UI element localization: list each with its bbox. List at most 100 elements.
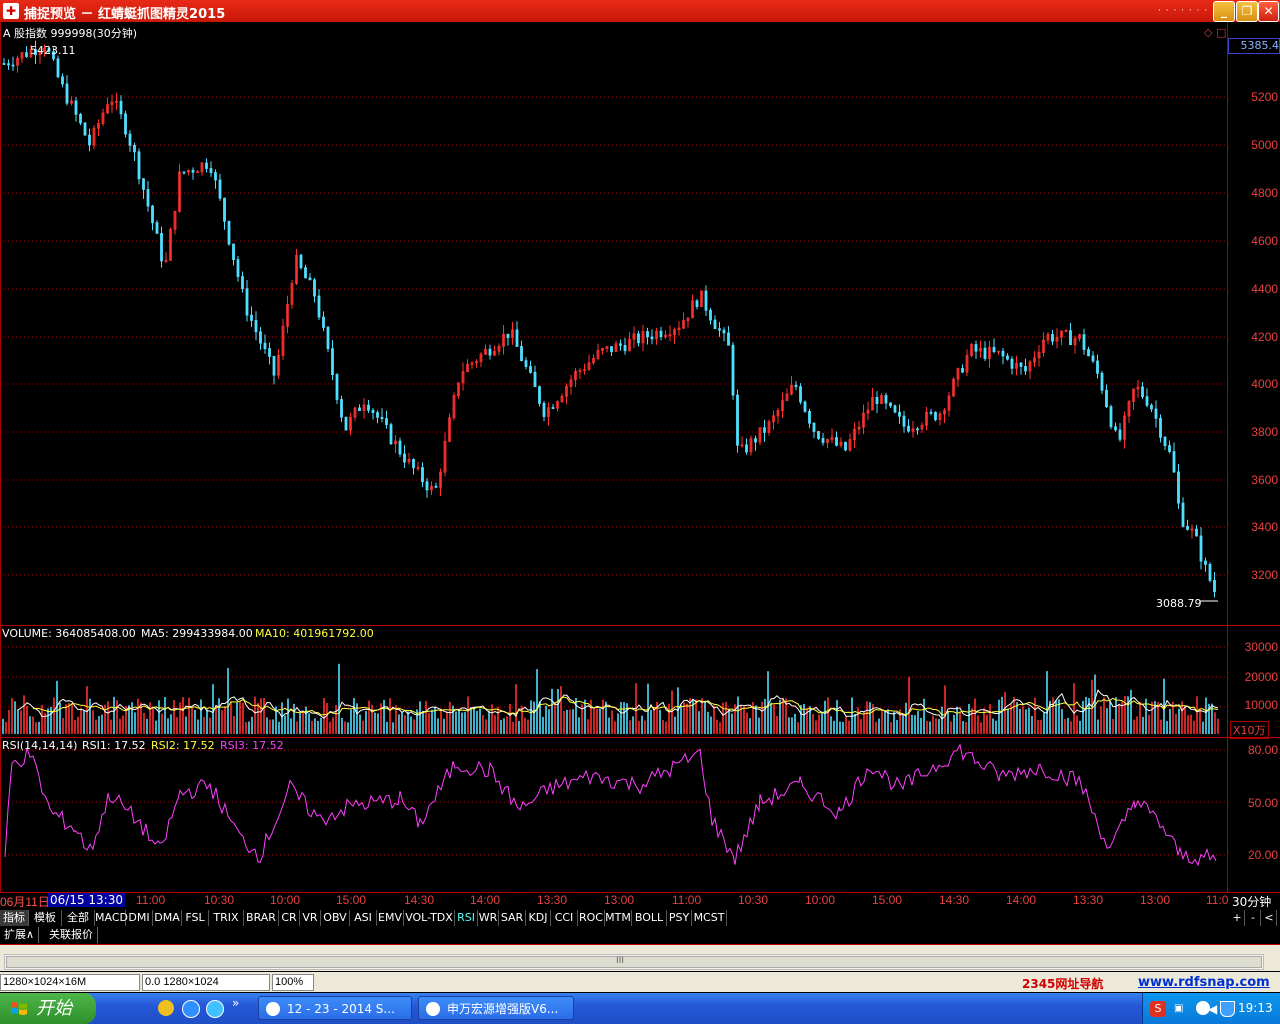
indicator-tab-sar[interactable]: SAR — [499, 910, 526, 926]
price-candle — [128, 133, 132, 146]
price-candle — [1096, 360, 1099, 374]
price-candle — [551, 407, 555, 409]
indicator-tab-vr[interactable]: VR — [300, 910, 321, 926]
price-candle — [542, 402, 546, 417]
price-candle — [722, 329, 726, 334]
task-button-stock-app[interactable]: 申万宏源增强版V6... — [418, 996, 574, 1020]
indicator-tab-fsl[interactable]: FSL — [182, 910, 209, 926]
task-button-browser[interactable]: 12 - 23 - 2014 S... — [258, 996, 412, 1020]
related-quotes-tab[interactable]: 关联报价 — [45, 927, 98, 943]
price-candle — [1105, 389, 1108, 408]
chart-corner-icons[interactable]: ◇ □ — [1204, 26, 1226, 39]
price-candle — [317, 295, 321, 318]
chart-header: A 股指数 999998(30分钟) — [3, 27, 138, 40]
price-candle — [983, 347, 987, 359]
indicator-tab-mcst[interactable]: MCST — [692, 910, 727, 926]
price-candle — [1186, 525, 1189, 530]
price-candle — [79, 113, 82, 124]
price-candle — [263, 342, 267, 350]
price-candle — [124, 113, 127, 135]
tab-control-2[interactable]: < — [1262, 910, 1277, 926]
show-desktop-icon[interactable] — [158, 1000, 174, 1016]
minimize-button[interactable]: _ — [1213, 1, 1235, 22]
price-candle — [1010, 358, 1014, 369]
price-candle — [893, 405, 897, 413]
price-candle — [209, 168, 213, 173]
more-quick-launch-icon[interactable]: » — [232, 996, 239, 1010]
indicator-tab-kdj[interactable]: KDJ — [526, 910, 551, 926]
scroll-thumb[interactable] — [6, 956, 1262, 968]
price-candle — [1213, 579, 1216, 593]
indicator-tab-模板[interactable]: 模板 — [29, 910, 62, 926]
indicator-tab-roc[interactable]: ROC — [578, 910, 605, 926]
price-candle — [326, 327, 330, 350]
price-candle — [331, 348, 334, 376]
indicator-tab-cr[interactable]: CR — [279, 910, 300, 926]
indicator-tab-rsi[interactable]: RSI — [455, 910, 478, 926]
price-candle — [2, 63, 6, 65]
price-candle — [119, 100, 123, 115]
tab-control-1[interactable]: - — [1246, 910, 1261, 926]
time-tick: 14:30 — [404, 893, 435, 907]
indicator-tab-wr[interactable]: WR — [478, 910, 499, 926]
price-candle — [1051, 334, 1054, 342]
clock: 19:13 — [1238, 1001, 1273, 1015]
extension-bar — [0, 927, 1280, 945]
indicator-tab-全部[interactable]: 全部 — [62, 910, 95, 926]
shield-icon[interactable] — [1220, 1001, 1235, 1017]
volume-icon[interactable]: ◀ — [1208, 1002, 1217, 1016]
price-candle — [371, 409, 375, 413]
indicator-tab-mtm[interactable]: MTM — [605, 910, 632, 926]
indicator-tab-cci[interactable]: CCI — [551, 910, 578, 926]
price-candle — [11, 64, 15, 67]
close-button[interactable]: ✕ — [1258, 1, 1279, 22]
price-candle — [506, 333, 510, 339]
price-candle — [398, 440, 402, 455]
indicator-tab-boll[interactable]: BOLL — [632, 910, 667, 926]
indicator-tab-指标[interactable]: 指标 — [0, 910, 29, 926]
price-candle — [7, 63, 10, 66]
price-candle — [992, 346, 996, 353]
period-label[interactable]: 30分钟 — [1232, 893, 1271, 910]
price-candle — [272, 356, 276, 376]
indicator-tab-trix[interactable]: TRIX — [209, 910, 244, 926]
price-candle — [659, 330, 663, 338]
indicator-tab-vol-tdx[interactable]: VOL-TDX — [404, 910, 455, 926]
expand-tab[interactable]: 扩展∧ — [0, 927, 40, 943]
price-tick: 4400 — [1251, 282, 1278, 296]
tab-control-0[interactable]: + — [1230, 910, 1245, 926]
ie-icon[interactable] — [182, 1000, 200, 1018]
ad-link-2345[interactable]: 2345网址导航 — [1022, 975, 1103, 992]
chart-canvas[interactable] — [0, 22, 1280, 892]
time-tick: 10:30 — [738, 893, 769, 907]
price-candle — [884, 395, 888, 404]
rsi-tick: 50.00 — [1247, 796, 1278, 810]
price-tick: 3800 — [1251, 425, 1278, 439]
price-candle — [380, 416, 384, 419]
indicator-tab-dmi[interactable]: DMI — [126, 910, 153, 926]
media-icon[interactable] — [206, 1000, 224, 1018]
price-candle — [875, 396, 879, 405]
indicator-tab-psy[interactable]: PSY — [667, 910, 692, 926]
sogou-icon[interactable]: S — [1150, 1001, 1166, 1017]
indicator-tab-brar[interactable]: BRAR — [244, 910, 279, 926]
volume-ma5-label: MA5: 299433984.00 — [141, 627, 253, 640]
indicator-tab-obv[interactable]: OBV — [321, 910, 350, 926]
bluetooth-icon[interactable]: ▣ — [1174, 1003, 1183, 1014]
price-candle — [794, 384, 798, 388]
website-link[interactable]: www.rdfsnap.com — [1138, 975, 1270, 990]
time-tick: 10:00 — [805, 893, 836, 907]
price-tick: 3600 — [1251, 473, 1278, 487]
price-candle — [1150, 404, 1153, 410]
restore-button[interactable]: ❐ — [1236, 1, 1258, 22]
rsi-tick: 80.00 — [1247, 743, 1278, 757]
indicator-tab-macd[interactable]: MACD — [95, 910, 128, 926]
indicator-tab-asi[interactable]: ASI — [350, 910, 377, 926]
rsi2-label: RSI2: 17.52 — [151, 739, 215, 752]
price-candle — [367, 404, 370, 411]
indicator-tab-emv[interactable]: EMV — [377, 910, 404, 926]
windows-flag-icon — [11, 1002, 27, 1015]
price-candle — [1087, 349, 1090, 357]
price-candle — [155, 222, 159, 234]
indicator-tab-dma[interactable]: DMA — [153, 910, 182, 926]
